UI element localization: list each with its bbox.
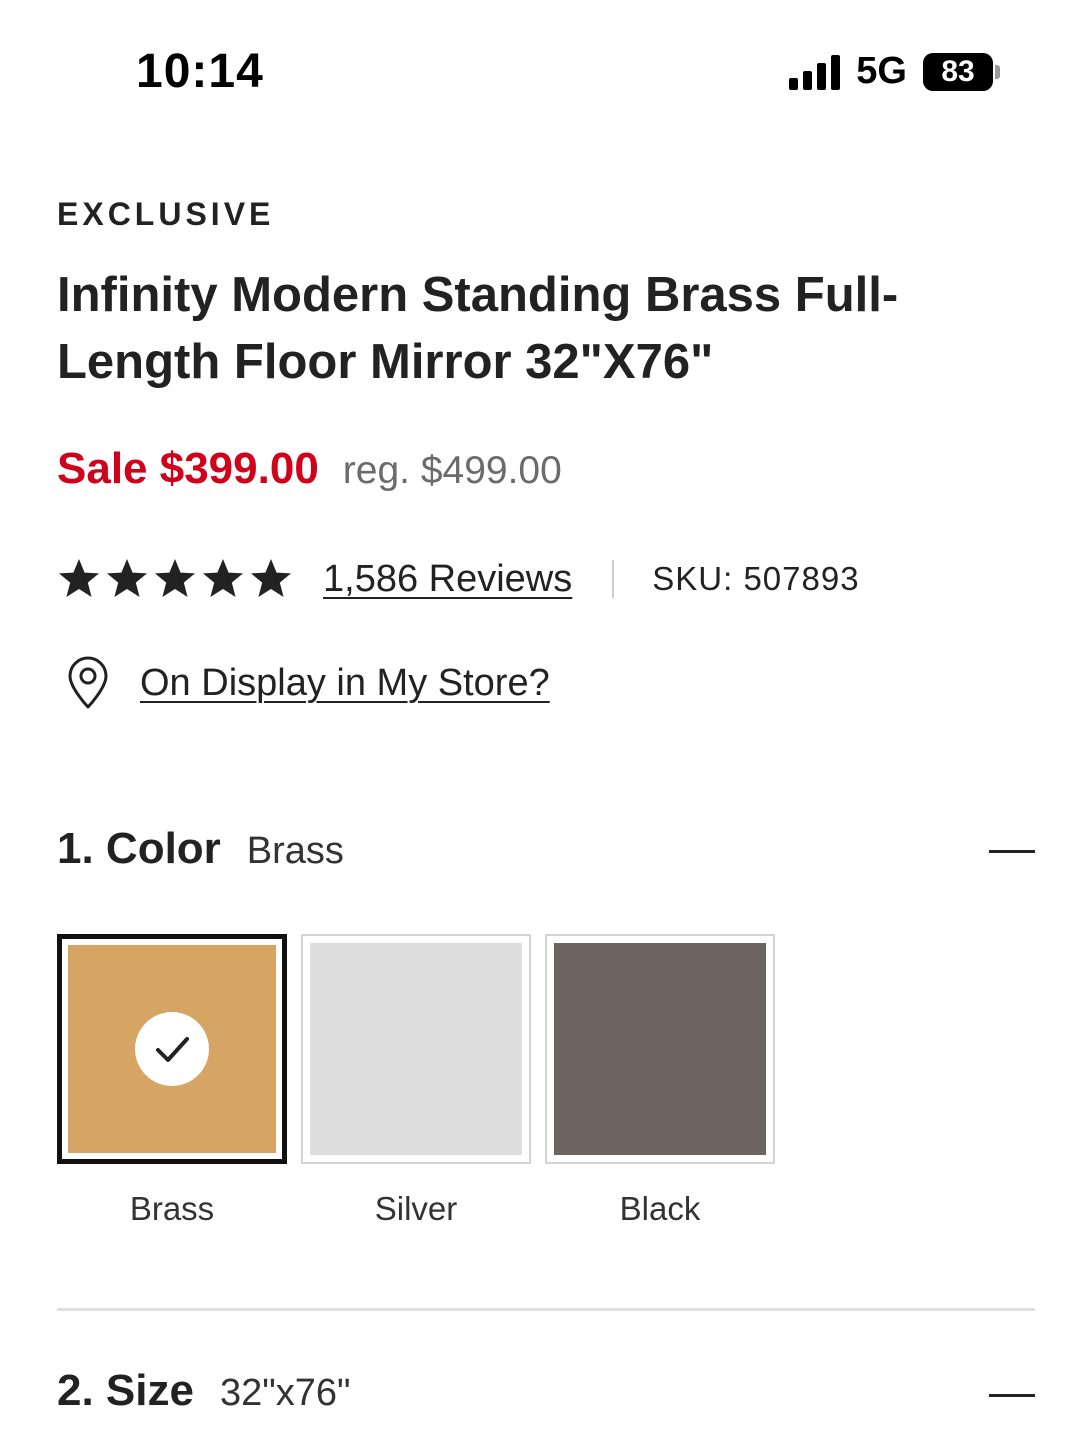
color-section-header[interactable]: 1. Color Brass — [57, 824, 1035, 874]
size-section-header[interactable]: 2. Size 32"x76" — [57, 1366, 1035, 1416]
size-collapse-icon[interactable] — [989, 1394, 1035, 1397]
product-title: Infinity Modern Standing Brass Full-Leng… — [57, 268, 899, 389]
swatch-fill — [310, 943, 522, 1155]
network-label: 5G — [856, 50, 907, 92]
battery-icon: 83 — [923, 52, 1000, 91]
sale-price: Sale $399.00 — [57, 444, 319, 493]
vertical-divider — [612, 560, 615, 598]
star-icon — [59, 559, 99, 597]
sku-label: SKU: 507893 — [652, 560, 860, 597]
on-display-link[interactable]: On Display in My Store? — [140, 662, 550, 705]
swatch-label: Brass — [129, 1190, 215, 1227]
size-selected-value: 32"x76" — [219, 1372, 351, 1414]
star-icon — [251, 559, 291, 597]
color-selected-value: Brass — [246, 830, 344, 872]
exclusive-badge: EXCLUSIVE — [57, 196, 275, 232]
star-icon — [155, 559, 195, 597]
rating-row: 1,586 Reviews SKU: 507893 — [57, 554, 860, 604]
swatch-label: Silver — [374, 1190, 458, 1227]
color-collapse-icon[interactable] — [989, 850, 1035, 853]
location-pin-icon — [68, 656, 108, 709]
color-section-title: 1. Color — [57, 824, 221, 873]
signal-icon — [789, 54, 841, 90]
swatch-frame — [301, 934, 531, 1164]
status-bar: 10:14 5G 83 — [0, 0, 1092, 140]
size-section-title: 2. Size — [57, 1366, 194, 1415]
swatch-label: Black — [619, 1190, 701, 1227]
checkmark-icon — [156, 1037, 189, 1062]
regular-price: reg. $499.00 — [342, 449, 562, 492]
swatch-frame — [57, 934, 287, 1164]
star-icon — [107, 559, 147, 597]
star-icon — [203, 559, 243, 597]
battery-level: 83 — [923, 52, 993, 91]
section-divider — [57, 1308, 1035, 1311]
color-swatches: Brass Silver Black — [57, 934, 775, 1228]
swatch-frame — [545, 934, 775, 1164]
selected-check-badge — [135, 1012, 209, 1086]
status-time: 10:14 — [136, 45, 264, 98]
color-swatch-brass[interactable]: Brass — [57, 934, 287, 1228]
color-swatch-black[interactable]: Black — [545, 934, 775, 1228]
store-display-row[interactable]: On Display in My Store? — [64, 656, 550, 710]
status-indicators: 5G 83 — [789, 50, 1000, 93]
price-row: Sale $399.00 reg. $499.00 — [57, 444, 562, 494]
star-rating — [57, 557, 293, 601]
swatch-fill — [554, 943, 766, 1155]
reviews-link[interactable]: 1,586 Reviews — [323, 558, 572, 601]
color-swatch-silver[interactable]: Silver — [301, 934, 531, 1228]
battery-tip — [995, 64, 1000, 79]
